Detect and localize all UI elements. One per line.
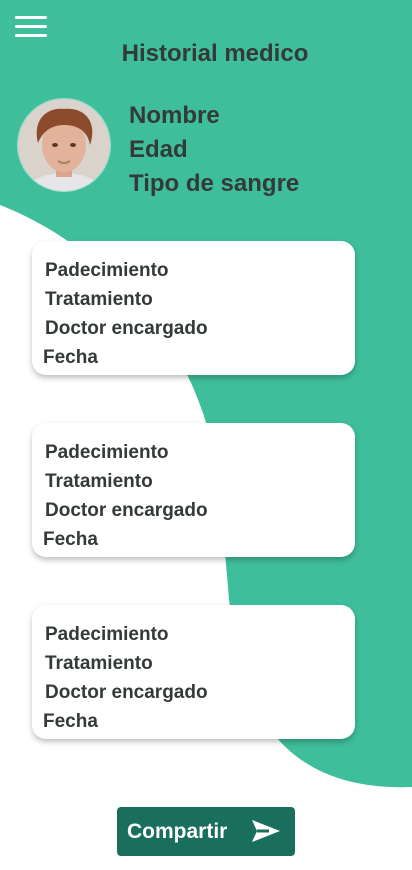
record-card[interactable]: Padecimiento Tratamiento Doctor encargad… [32,241,355,375]
record-treatment: Tratamiento [45,289,153,310]
share-button-label: Compartir [127,819,228,843]
profile-name: Nombre [129,102,220,129]
share-button[interactable]: Compartir [117,807,295,856]
profile-blood-type: Tipo de sangre [129,170,300,197]
record-condition: Padecimiento [45,260,169,281]
record-doctor: Doctor encargado [45,318,208,339]
avatar [18,99,110,191]
record-condition: Padecimiento [45,624,169,645]
send-icon [252,820,280,842]
record-card[interactable]: Padecimiento Tratamiento Doctor encargad… [32,423,355,557]
profile-info: Nombre Edad Tipo de sangre [129,99,299,201]
record-condition: Padecimiento [45,442,169,463]
record-treatment: Tratamiento [45,471,153,492]
record-treatment: Tratamiento [45,653,153,674]
record-doctor: Doctor encargado [45,500,208,521]
record-date: Fecha [43,529,98,550]
page-title: Historial medico [121,40,309,67]
record-date: Fecha [43,347,98,368]
hamburger-menu-icon[interactable] [15,14,47,40]
record-doctor: Doctor encargado [45,682,208,703]
record-card[interactable]: Padecimiento Tratamiento Doctor encargad… [32,605,355,739]
profile-age: Edad [129,136,188,163]
record-date: Fecha [43,711,98,732]
